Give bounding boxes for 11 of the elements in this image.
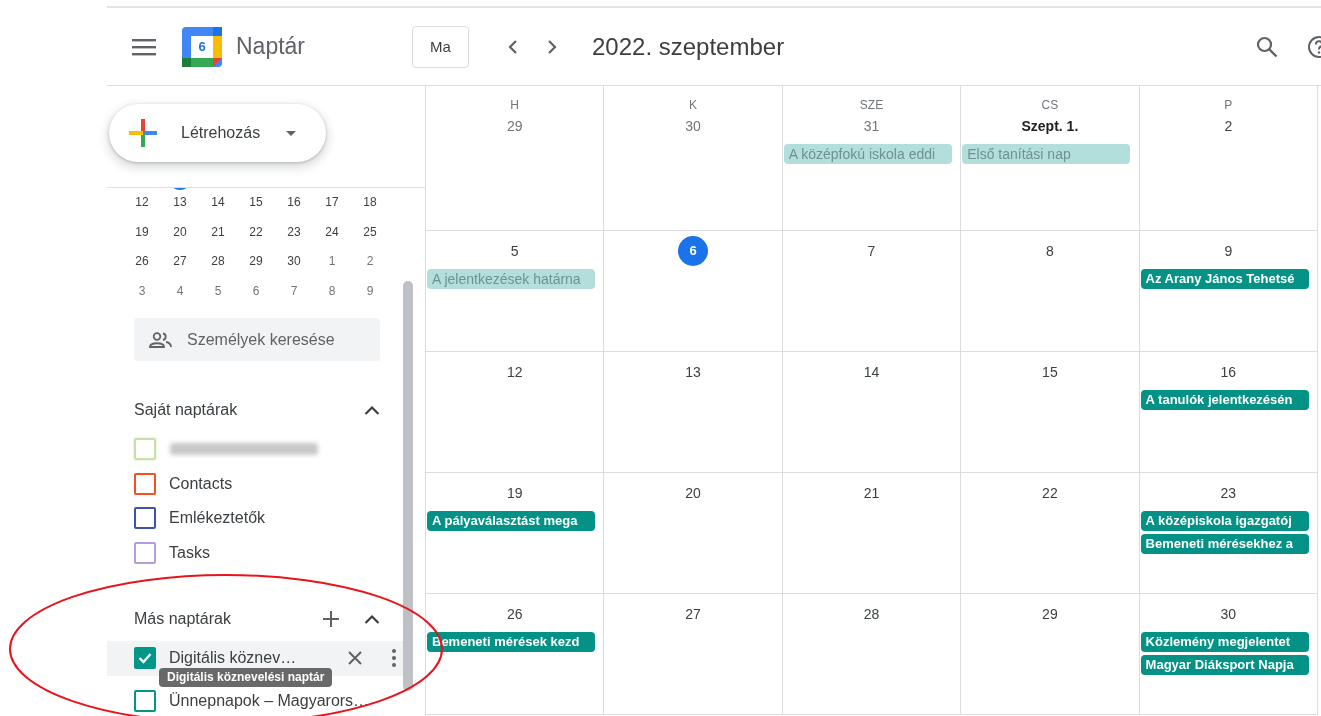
tooltip: Digitális köznevelési naptár: [159, 668, 333, 687]
weekday-label: H: [510, 98, 520, 112]
weekday-label: K: [689, 98, 698, 112]
month-title: 2022. szeptember: [592, 32, 786, 61]
section-title: Más naptárak: [134, 610, 232, 628]
weekday-label: P: [1224, 98, 1233, 112]
app-title: Naptár: [236, 33, 306, 60]
calendar-logo: 6: [182, 26, 222, 67]
weekday-label: SZE: [859, 98, 884, 112]
section-title: Saját naptárak: [134, 401, 239, 419]
weekday-label: CS: [1041, 98, 1059, 112]
